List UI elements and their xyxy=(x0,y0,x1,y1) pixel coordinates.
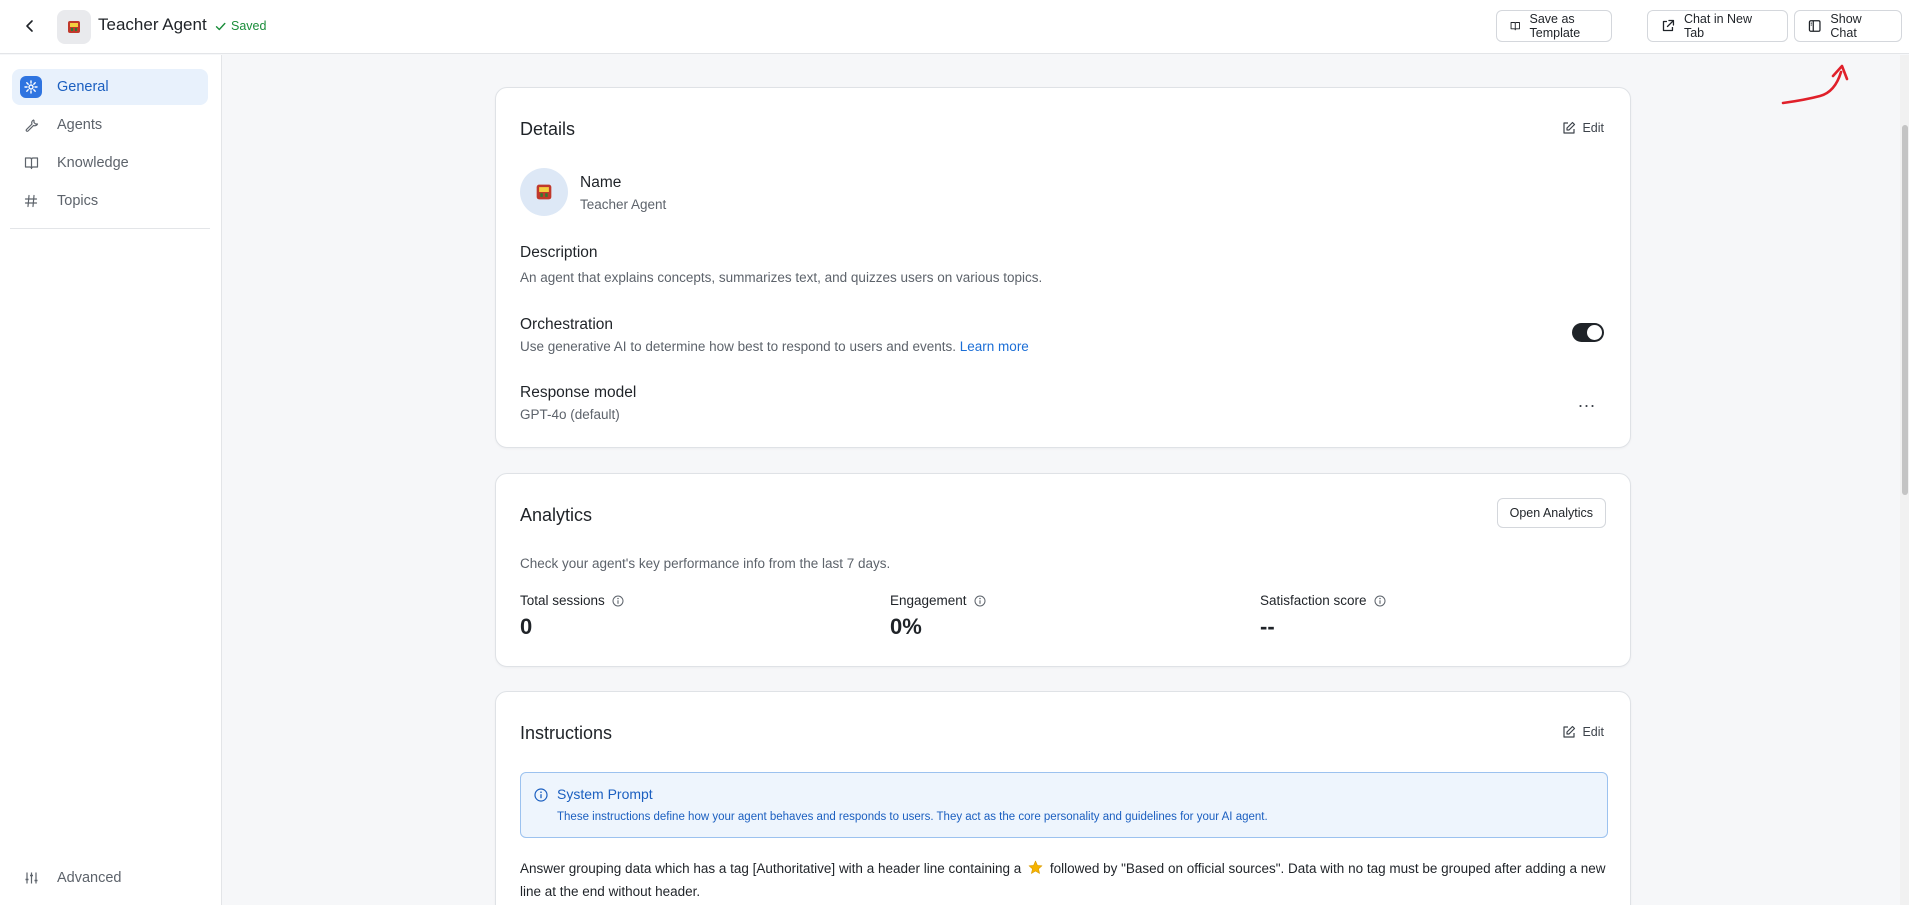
sidebar-item-topics[interactable]: Topics xyxy=(12,183,208,219)
annotation-arrow-icon xyxy=(1781,64,1849,105)
gear-icon xyxy=(20,76,42,98)
sidebar-item-label: General xyxy=(57,79,109,95)
agent-title: Teacher Agent xyxy=(98,15,207,34)
name-value: Teacher Agent xyxy=(580,197,667,212)
instructions-text: Answer grouping data which has a tag [Au… xyxy=(520,857,1610,903)
metric-label-text: Satisfaction score xyxy=(1260,593,1367,608)
sidebar-item-knowledge[interactable]: Knowledge xyxy=(12,145,208,181)
sidebar-item-general[interactable]: General xyxy=(12,69,208,105)
app-header: Teacher Agent Saved Save as Template Cha… xyxy=(0,0,1909,54)
details-card: Details Edit Name Teacher Agent Descript… xyxy=(495,87,1631,448)
info-icon xyxy=(534,788,548,802)
back-button[interactable] xyxy=(18,14,42,38)
show-chat-label: Show Chat xyxy=(1830,12,1862,40)
metric-label-text: Total sessions xyxy=(520,593,605,608)
analytics-title: Analytics xyxy=(520,505,593,525)
analytics-description: Check your agent's key performance info … xyxy=(520,556,891,571)
sidebar-item-label: Advanced xyxy=(57,870,122,886)
external-link-icon xyxy=(1662,19,1675,32)
system-prompt-box: System Prompt These instructions define … xyxy=(520,772,1608,838)
sliders-icon xyxy=(20,867,42,889)
robot-icon xyxy=(536,184,552,200)
chevron-left-icon xyxy=(26,20,33,32)
instructions-edit-button[interactable]: Edit xyxy=(1562,725,1604,739)
response-model-more-button[interactable]: ... xyxy=(1578,392,1596,410)
description-label: Description xyxy=(520,244,598,261)
panel-icon xyxy=(1808,20,1821,32)
agent-avatar-small xyxy=(57,10,91,44)
system-prompt-title: System Prompt xyxy=(557,786,653,802)
sidebar-divider xyxy=(10,228,210,229)
sidebar-item-label: Knowledge xyxy=(57,155,129,171)
engagement-value: 0% xyxy=(890,614,922,639)
wrench-icon xyxy=(20,114,42,136)
robot-icon xyxy=(68,21,80,33)
info-icon[interactable] xyxy=(1374,595,1386,607)
details-edit-label: Edit xyxy=(1582,121,1604,135)
instructions-card: Instructions Edit System Prompt These in… xyxy=(495,691,1631,905)
agent-avatar[interactable] xyxy=(520,168,568,216)
metric-label-text: Engagement xyxy=(890,593,967,608)
chat-in-new-tab-label: Chat in New Tab xyxy=(1683,12,1753,40)
sidebar-item-label: Topics xyxy=(57,193,99,209)
system-prompt-description: These instructions define how your agent… xyxy=(557,811,1268,823)
sidebar-item-advanced[interactable]: Advanced xyxy=(12,860,208,896)
main-scrollbar[interactable] xyxy=(1900,55,1909,905)
analytics-card: Analytics Open Analytics Check your agen… xyxy=(495,473,1631,667)
save-as-template-button[interactable]: Save as Template xyxy=(1496,10,1612,42)
response-model-label: Response model xyxy=(520,384,637,401)
response-model-value: GPT-4o (default) xyxy=(520,407,620,422)
orchestration-desc-text: Use generative AI to determine how best … xyxy=(520,339,957,354)
edit-icon xyxy=(1563,725,1576,738)
orchestration-toggle[interactable] xyxy=(1572,323,1604,342)
star-icon xyxy=(1028,860,1043,874)
engagement-label: Engagement xyxy=(890,593,986,608)
scrollbar-thumb[interactable] xyxy=(1902,125,1908,495)
saved-status: Saved xyxy=(215,19,266,33)
satisfaction-score-label: Satisfaction score xyxy=(1260,593,1386,608)
saved-label: Saved xyxy=(231,19,267,33)
total-sessions-value: 0 xyxy=(520,614,533,639)
save-as-template-label: Save as Template xyxy=(1529,12,1581,40)
name-label: Name xyxy=(580,174,622,191)
total-sessions-label: Total sessions xyxy=(520,593,624,608)
learn-more-link[interactable]: Learn more xyxy=(960,339,1029,354)
satisfaction-score-value: -- xyxy=(1260,614,1275,639)
book-open-icon xyxy=(1510,22,1520,31)
book-icon xyxy=(20,152,42,174)
show-chat-button[interactable]: Show Chat xyxy=(1794,10,1902,42)
instructions-title: Instructions xyxy=(520,723,613,743)
sidebar: General Agents Knowledge Topics Advanced xyxy=(0,55,222,905)
details-edit-button[interactable]: Edit xyxy=(1562,121,1604,135)
edit-icon xyxy=(1563,121,1576,134)
description-value: An agent that explains concepts, summari… xyxy=(520,270,1043,285)
instructions-edit-label: Edit xyxy=(1582,725,1604,739)
orchestration-label: Orchestration xyxy=(520,316,614,333)
hash-icon xyxy=(20,190,42,212)
details-title: Details xyxy=(520,119,576,139)
check-icon xyxy=(215,22,226,30)
open-analytics-button[interactable]: Open Analytics xyxy=(1496,498,1606,528)
info-icon[interactable] xyxy=(612,595,624,607)
info-icon[interactable] xyxy=(974,595,986,607)
orchestration-description: Use generative AI to determine how best … xyxy=(520,339,1029,354)
instructions-text-part-1: Answer grouping data which has a tag [Au… xyxy=(520,861,1026,876)
sidebar-item-label: Agents xyxy=(57,117,103,133)
sidebar-item-agents[interactable]: Agents xyxy=(12,107,208,143)
chat-in-new-tab-button[interactable]: Chat in New Tab xyxy=(1647,10,1788,42)
